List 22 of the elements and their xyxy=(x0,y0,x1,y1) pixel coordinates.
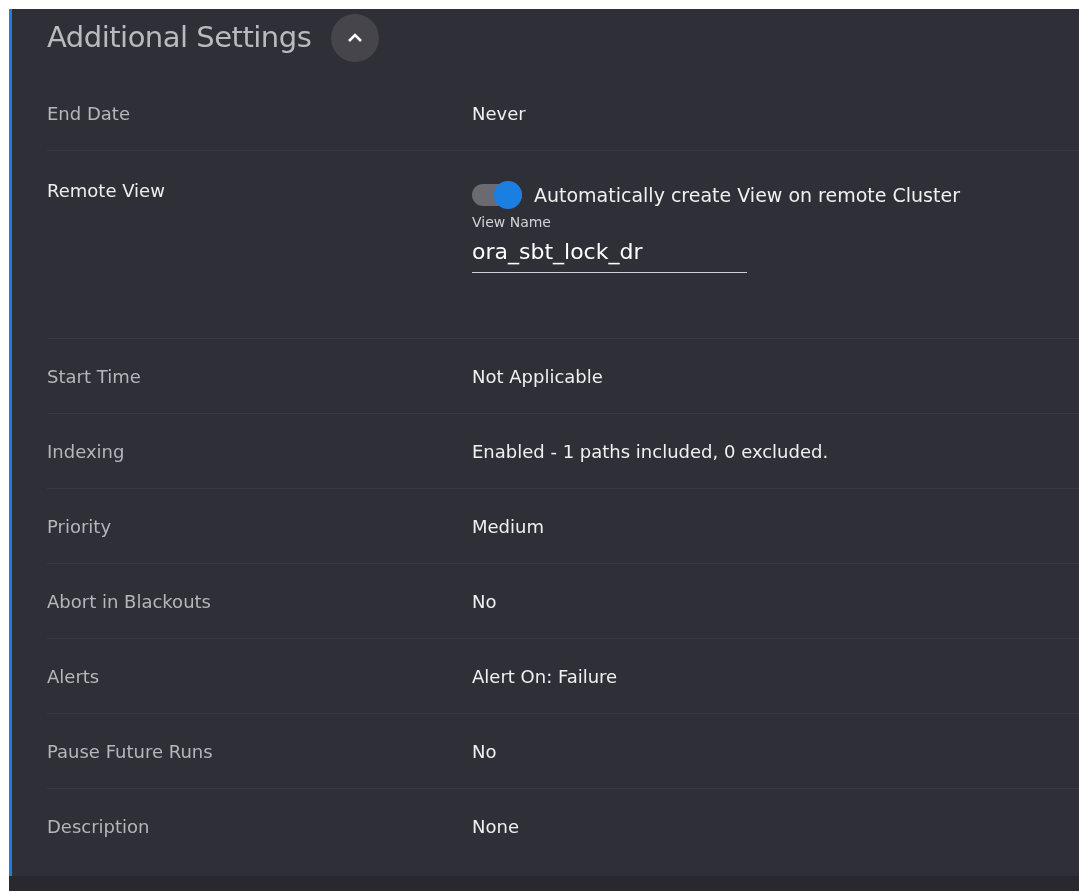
toggle-switch[interactable] xyxy=(472,184,522,207)
setting-label: Alerts xyxy=(47,664,101,689)
setting-value: No xyxy=(472,589,497,614)
setting-value: Not Applicable xyxy=(472,364,603,389)
setting-label: Priority xyxy=(47,514,113,539)
toggle-label: Automatically create View on remote Cluster xyxy=(534,183,960,208)
view-name-field[interactable]: ora_sbt_lock_dr xyxy=(472,232,747,273)
setting-label: Description xyxy=(47,815,151,839)
setting-label: Remote View xyxy=(47,179,166,203)
setting-value: Enabled - 1 paths included, 0 excluded. xyxy=(472,439,829,464)
field-label: View Name xyxy=(472,212,552,232)
setting-value: Medium xyxy=(472,514,544,539)
setting-label: Abort in Blackouts xyxy=(47,589,212,614)
setting-value: Never xyxy=(472,101,526,126)
setting-label: Pause Future Runs xyxy=(47,739,214,764)
section-title: Additional Settings xyxy=(47,18,312,56)
setting-label: End Date xyxy=(47,101,131,126)
setting-value: None xyxy=(472,815,519,839)
setting-label: Start Time xyxy=(47,364,142,389)
setting-value: No xyxy=(472,739,497,764)
setting-label: Indexing xyxy=(47,439,126,464)
setting-value: Alert On: Failure xyxy=(472,664,618,689)
